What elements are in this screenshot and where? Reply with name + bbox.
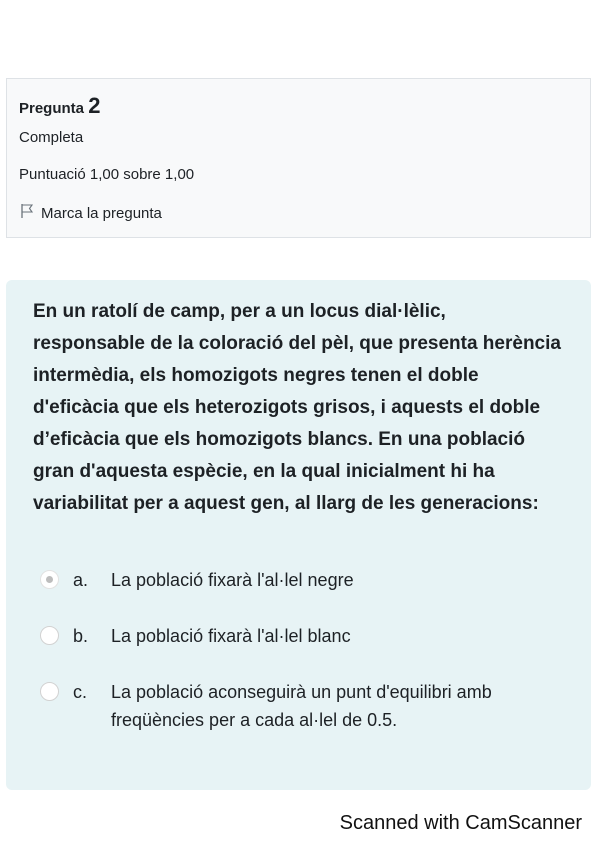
question-number: 2	[88, 93, 101, 118]
answer-c-radio[interactable]	[40, 682, 59, 701]
answer-c-text: La població aconseguirà un punt d'equili…	[111, 682, 492, 730]
answer-list: a. La població fixarà l'al·lel negre b. …	[33, 566, 563, 734]
answer-b-radio[interactable]	[40, 626, 59, 645]
answer-a-letter: a.	[73, 570, 89, 590]
answer-c-letter: c.	[73, 682, 88, 702]
answer-a-radio[interactable]	[40, 570, 59, 589]
flag-question-link[interactable]: Marca la pregunta	[19, 203, 578, 223]
answer-b-letter: b.	[73, 626, 89, 646]
answer-b-text: La població fixarà l'al·lel blanc	[111, 626, 351, 646]
question-label: Pregunta	[19, 100, 85, 117]
answer-option-a[interactable]: a. La població fixarà l'al·lel negre	[33, 566, 563, 594]
question-state: Completa	[19, 129, 84, 146]
question-text: En un ratolí de camp, per a un locus dia…	[33, 301, 561, 514]
flag-icon	[19, 203, 35, 223]
question-info-panel: Pregunta 2 Completa Puntuació 1,00 sobre…	[6, 78, 591, 238]
scanner-watermark: Scanned with CamScanner	[339, 812, 582, 834]
answer-option-c[interactable]: c. La població aconseguirà un punt d'equ…	[33, 678, 563, 734]
answer-a-text: La població fixarà l'al·lel negre	[111, 570, 354, 590]
question-title: Pregunta 2	[19, 93, 578, 118]
answer-option-b[interactable]: b. La població fixarà l'al·lel blanc	[33, 622, 563, 650]
flag-label: Marca la pregunta	[41, 204, 162, 222]
question-grade: Puntuació 1,00 sobre 1,00	[19, 166, 195, 183]
question-content: En un ratolí de camp, per a un locus dia…	[6, 280, 591, 790]
